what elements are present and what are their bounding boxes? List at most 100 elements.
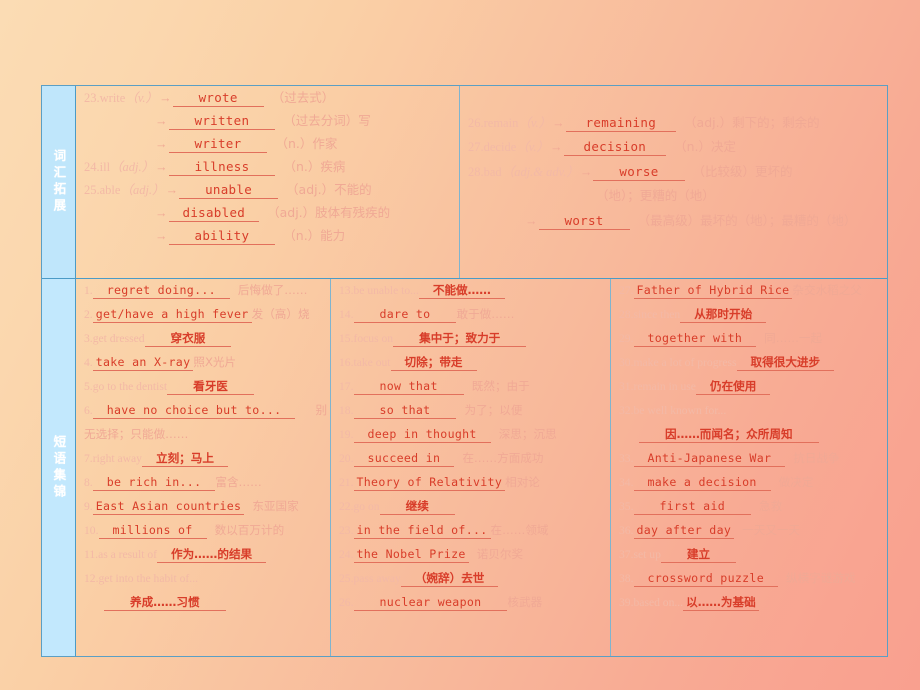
- phrase-row: 28.since then 从那时开始: [619, 306, 881, 333]
- vocabulary-band: 词汇拓展 23.write（v.）→ wrote （过去式） → written （过去…: [42, 86, 887, 279]
- phrase-answer: 集中于；致力于: [393, 330, 527, 347]
- phrase-number: 6.: [84, 403, 93, 417]
- phrase-row: 10. millions of 数以百万计的: [84, 522, 324, 549]
- phrase-gloss: 相对论: [505, 474, 540, 489]
- vocab-gloss: （n.）能力: [283, 228, 346, 243]
- phrase-gloss: 诺贝尔奖: [476, 546, 524, 561]
- vocab-answer: worst: [538, 212, 630, 230]
- vocab-row: 24.ill（adj.）→ illness （n.）疾病: [84, 159, 453, 184]
- slide-root: 词汇拓展 23.write（v.）→ wrote （过去式） → written （过去…: [0, 0, 920, 690]
- phrase-answer: 养成……习惯: [104, 594, 226, 611]
- vocab-gloss: （n.）决定: [674, 139, 737, 154]
- phrase-row: 31.remain in use 仍在使用: [619, 378, 881, 405]
- phrase-answer: take an X-ray: [92, 354, 194, 371]
- vocab-answer: remaining: [565, 114, 677, 132]
- phrase-prompt: as a result of: [98, 547, 157, 561]
- phrase-row: 23. in the field of... 在……领域: [339, 522, 604, 549]
- phrases-label-text: 短语集锦: [51, 434, 67, 501]
- phrase-number: 9.: [84, 499, 93, 513]
- vocab-answer: disabled: [168, 205, 260, 222]
- phrase-row: 2. get/have a high fever 发（高）烧: [84, 306, 324, 333]
- vocab-row: → ability （n.）能力: [84, 228, 453, 253]
- vocabulary-section-label: 词汇拓展: [42, 86, 76, 278]
- arrow-icon: →: [159, 91, 172, 105]
- vocabulary-cell-right: 26.remain（v.）→ remaining （adj.）剩下的；剩余的 27.…: [460, 86, 887, 278]
- phrase-answer: in the field of...: [353, 522, 491, 539]
- phrase-row: 19. deep in thought 深思；沉思: [339, 426, 604, 453]
- vocab-row: → written （过去分词）写: [84, 113, 453, 138]
- phrase-answer: 以……为基础: [683, 594, 759, 611]
- vocab-number: 24.: [84, 160, 100, 174]
- phrase-number: 31.: [619, 379, 634, 393]
- phrase-gloss: 敢于做……: [456, 306, 515, 321]
- phrase-gloss: 深思；沉思: [498, 426, 557, 441]
- phrase-gloss: 照X光片: [193, 354, 237, 369]
- review-table: 词汇拓展 23.write（v.）→ wrote （过去式） → written （过去…: [41, 85, 888, 657]
- phrase-prompt: focus on: [353, 331, 394, 345]
- phrase-gloss: 为了；以便: [464, 402, 523, 417]
- vocab-row: → worst （最高级）最坏的（地）；最糟的（地）: [468, 212, 881, 240]
- arrow-icon: →: [155, 114, 168, 128]
- vocab-answer: wrote: [172, 90, 264, 107]
- phrase-number: 20.: [339, 451, 354, 465]
- phrase-answer: 看牙医: [167, 378, 254, 395]
- phrase-number: 27.: [619, 284, 634, 297]
- phrase-gloss: 后悔做了……: [237, 283, 308, 297]
- phrase-answer: 因……而闻名；众所周知: [639, 426, 819, 443]
- phrase-row: 33. Anti-Japanese War 抗日战争: [619, 450, 881, 477]
- phrase-prompt: get into the habit of...: [98, 571, 199, 585]
- vocab-word: bad: [483, 164, 502, 179]
- phrase-answer: get/have a high fever: [92, 306, 252, 323]
- phrase-row: 8. be rich in... 富含……: [84, 474, 324, 501]
- phrase-gloss: 做决定: [778, 474, 814, 489]
- phrase-answer: have no choice but to...: [92, 402, 296, 419]
- phrase-answer: dare to: [353, 306, 457, 323]
- vocab-gloss: （过去分词）写: [283, 113, 371, 128]
- phrase-number: 29.: [619, 331, 634, 345]
- phrase-number: 38.: [619, 571, 634, 585]
- phrase-gloss: 在……方面成功: [462, 450, 544, 465]
- phrase-answer: East Asian countries: [92, 498, 245, 515]
- vocab-row: （地）；更糟的（地）: [468, 189, 881, 215]
- vocab-number: 26.: [468, 115, 484, 130]
- arrow-icon: →: [155, 137, 168, 151]
- phrase-prompt: make a lot of progress: [633, 355, 737, 369]
- phrase-gloss: 富含……: [215, 474, 262, 489]
- phrase-answer: 仍在使用: [695, 378, 771, 395]
- vocab-row: → disabled （adj.）肢体有残疾的: [84, 205, 453, 230]
- phrase-row: 3.get dressed 穿衣服: [84, 330, 324, 357]
- phrase-row-continuation: 养成……习惯: [84, 594, 324, 621]
- phrase-gloss: 既然；由于: [471, 378, 530, 393]
- phrase-row: 6. have no choice but to... 别: [84, 402, 327, 429]
- phrase-row: 24. the Nobel Prize 诺贝尔奖: [339, 546, 604, 573]
- phrase-row: 27. Father of Hybrid Rice 杂交水稻之父: [619, 283, 881, 309]
- arrow-icon: →: [155, 229, 168, 243]
- vocab-gloss: （n.）作家: [275, 136, 338, 151]
- phrase-row: 21. Theory of Relativity 相对论: [339, 474, 604, 501]
- phrase-answer: 穿衣服: [144, 330, 232, 347]
- phrase-answer: day after day: [633, 522, 735, 539]
- phrase-prompt: since then: [633, 307, 681, 321]
- phrase-row: 15.focus on 集中于；致力于: [339, 330, 604, 357]
- phrase-row: 1. regret doing... 后悔做了……: [84, 283, 324, 309]
- vocab-answer: written: [168, 113, 276, 130]
- vocabulary-cell-left: 23.write（v.）→ wrote （过去式） → written （过去分词）写 …: [76, 86, 460, 278]
- vocab-answer: illness: [168, 159, 276, 176]
- vocab-word: ill: [99, 160, 111, 174]
- vocab-answer: ability: [168, 228, 276, 245]
- phrase-row: 11.as a result of 作为……的结果: [84, 546, 324, 573]
- phrase-gloss: 在……领域: [490, 522, 549, 537]
- phrase-prompt: right away: [92, 451, 142, 465]
- phrase-number: 3.: [84, 331, 93, 345]
- phrase-number: 30.: [619, 355, 634, 369]
- phrase-answer: millions of: [98, 522, 207, 539]
- phrase-number: 26.: [339, 595, 354, 609]
- phrases-section-label: 短语集锦: [42, 279, 76, 656]
- vocab-number: 25.: [84, 183, 100, 197]
- phrase-number: 21.: [339, 475, 354, 489]
- phrase-gloss: 发（高）烧: [251, 306, 310, 321]
- phrase-answer: Anti-Japanese War: [633, 450, 786, 467]
- phrase-answer: Father of Hybrid Rice: [633, 283, 793, 299]
- phrase-number: 12.: [84, 571, 99, 585]
- vocab-gloss: （adj.）剩下的；剩余的: [684, 114, 820, 130]
